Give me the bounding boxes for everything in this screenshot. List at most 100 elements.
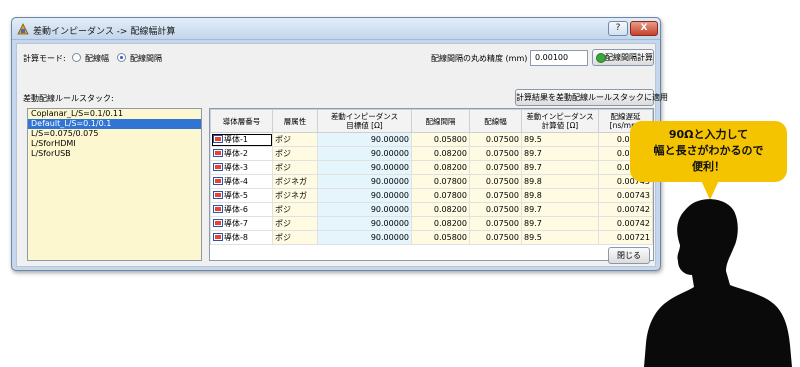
table-cell: 0.07500 — [469, 216, 522, 231]
layer-icon — [213, 163, 223, 171]
table-cell: 89.5 — [521, 132, 599, 147]
layer-icon — [213, 219, 223, 227]
table-cell: 導体-4 — [210, 174, 273, 189]
layer-icon — [213, 191, 223, 199]
stack-label: 差動配線ルールスタック: — [23, 94, 114, 103]
precision-input[interactable]: 0.00100 — [530, 50, 588, 66]
table-cell[interactable]: 90.00000 — [317, 174, 412, 189]
column-header: 配線間隔 — [411, 109, 470, 133]
close-window-button[interactable]: X — [630, 21, 658, 36]
apply-to-stack-button[interactable]: 計算結果を差動配線ルールスタックに適用 — [515, 89, 668, 106]
title-bar: 差動インピーダンス -> 配線幅計算 ? X — [12, 18, 660, 40]
speech-bubble: 90Ωと入力して 幅と長さがわかるので 便利！ — [630, 121, 787, 182]
table-cell: ポジ — [272, 132, 318, 147]
app-icon — [17, 23, 29, 35]
radio-width-label[interactable]: 配線幅 — [85, 53, 109, 64]
table-cell: 89.7 — [521, 160, 599, 175]
column-header: 導体層番号 — [210, 109, 273, 133]
list-item[interactable]: L/SforHDMI — [28, 139, 201, 149]
table-cell: 導体-7 — [210, 216, 273, 231]
table-cell: 導体-1 — [210, 132, 273, 147]
table-cell[interactable]: 90.00000 — [317, 216, 412, 231]
person-silhouette-icon — [644, 199, 792, 367]
table-cell: 0.07500 — [469, 188, 522, 203]
table-row[interactable]: 導体-8 ポジ 90.00000 0.05800 0.07500 89.5 0.00721 — [210, 230, 653, 245]
table-cell: 0.08200 — [411, 202, 470, 217]
table-cell: 0.05800 — [411, 132, 470, 147]
rule-stack-list[interactable]: Coplanar_L/S=0.1/0.11 Default_L/S=0.1/0.… — [27, 108, 202, 261]
dialog-body: 計算モード: 配線幅 配線間隔 配線間隔の丸め精度 (mm) 0.00100 配… — [16, 43, 668, 267]
list-item-selected[interactable]: Default_L/S=0.1/0.1 — [28, 119, 201, 129]
calculate-icon — [596, 53, 606, 63]
table-cell: 0.08200 — [411, 146, 470, 161]
table-row[interactable]: 導体-5 ポジネガ 90.00000 0.07800 0.07500 89.8 0.0074… — [210, 188, 653, 203]
list-item[interactable]: L/SforUSB — [28, 149, 201, 159]
table-cell: 0.07500 — [469, 160, 522, 175]
list-item[interactable]: L/S=0.075/0.075 — [28, 129, 201, 139]
table-cell: 0.07800 — [411, 174, 470, 189]
precision-label: 配線間隔の丸め精度 (mm) — [431, 54, 528, 63]
table-cell[interactable]: 90.00000 — [317, 202, 412, 217]
layer-name: 導体-6 — [224, 205, 248, 214]
table-cell: 0.07500 — [469, 146, 522, 161]
layer-icon — [213, 205, 223, 213]
table-cell: 0.08200 — [411, 160, 470, 175]
radio-width[interactable] — [72, 53, 81, 62]
table-row[interactable]: 導体-1ポジ90.000000.058000.0750089.50.00721 — [210, 132, 653, 147]
layer-name: 導体-7 — [224, 219, 248, 228]
layer-name: 導体-1 — [224, 135, 248, 144]
table-header-row: 導体層番号 層属性 差動インピーダンス 目標値 [Ω] 配線間隔 配線幅 差動インピーダンス… — [210, 109, 653, 133]
table-cell: ポジ — [272, 202, 318, 217]
table-cell: ポジ — [272, 230, 318, 245]
table-cell: 89.7 — [521, 146, 599, 161]
column-header: 差動インピーダンス 目標値 [Ω] — [317, 109, 412, 133]
mode-label: 計算モード: — [23, 54, 66, 63]
table-row[interactable]: 導体-6 ポジ 90.00000 0.08200 0.07500 89.7 0.00742 — [210, 202, 653, 217]
calc-gap-button[interactable]: 配線間隔計算 — [592, 49, 654, 66]
table-cell: ポジ — [272, 146, 318, 161]
radio-gap[interactable] — [117, 53, 126, 62]
table-cell: 0.07500 — [469, 230, 522, 245]
layer-name: 導体-3 — [224, 163, 248, 172]
table-cell: 導体-2 — [210, 146, 273, 161]
table-cell: 導体-3 — [210, 160, 273, 175]
layer-table: 導体層番号 層属性 差動インピーダンス 目標値 [Ω] 配線間隔 配線幅 差動インピーダンス… — [209, 108, 654, 261]
table-cell: 89.8 — [521, 174, 599, 189]
stage: 差動インピーダンス -> 配線幅計算 ? X 計算モード: 配線幅 配線間隔 配… — [0, 0, 800, 367]
table-cell: ポジネガ — [272, 188, 318, 203]
table-cell: 導体-6 — [210, 202, 273, 217]
calc-gap-button-label: 配線間隔計算 — [605, 53, 653, 62]
table-cell: ポジ — [272, 160, 318, 175]
table-cell: 導体-5 — [210, 188, 273, 203]
table-row[interactable]: 導体-7 ポジ 90.00000 0.08200 0.07500 89.7 0.00742 — [210, 216, 653, 231]
column-header: 層属性 — [272, 109, 318, 133]
table-cell[interactable]: 90.00000 — [317, 230, 412, 245]
table-cell[interactable]: 90.00000 — [317, 188, 412, 203]
callout-line: 便利！ — [692, 160, 725, 173]
table-cell: 0.07500 — [469, 202, 522, 217]
layer-name: 導体-2 — [224, 149, 248, 158]
layer-icon — [213, 135, 223, 143]
list-item[interactable]: Coplanar_L/S=0.1/0.11 — [28, 109, 201, 119]
radio-gap-label[interactable]: 配線間隔 — [130, 53, 162, 64]
column-header: 差動インピーダンス 計算値 [Ω] — [521, 109, 599, 133]
table-cell[interactable]: 90.00000 — [317, 146, 412, 161]
table-cell: ポジネガ — [272, 174, 318, 189]
table-row[interactable]: 導体-4 ポジネガ 90.00000 0.07800 0.07500 89.8 0.0074… — [210, 174, 653, 189]
layer-name: 導体-8 — [224, 233, 248, 242]
help-button[interactable]: ? — [608, 21, 628, 36]
table-cell: 89.7 — [521, 202, 599, 217]
table-cell[interactable]: 90.00000 — [317, 160, 412, 175]
table-cell: 89.8 — [521, 188, 599, 203]
table-cell: 89.7 — [521, 216, 599, 231]
table-row[interactable]: 導体-3ポジ90.000000.082000.0750089.70.00742 — [210, 160, 653, 175]
callout-line: 幅と長さがわかるので — [653, 144, 764, 157]
table-cell: 0.08200 — [411, 216, 470, 231]
table-cell: ポジ — [272, 216, 318, 231]
table-cell: 0.07800 — [411, 188, 470, 203]
table-cell: 0.05800 — [411, 230, 470, 245]
column-header: 配線幅 — [469, 109, 522, 133]
table-row[interactable]: 導体-2ポジ90.000000.082000.0750089.70.00742 — [210, 146, 653, 161]
table-cell: 0.07500 — [469, 174, 522, 189]
table-cell[interactable]: 90.00000 — [317, 132, 412, 147]
